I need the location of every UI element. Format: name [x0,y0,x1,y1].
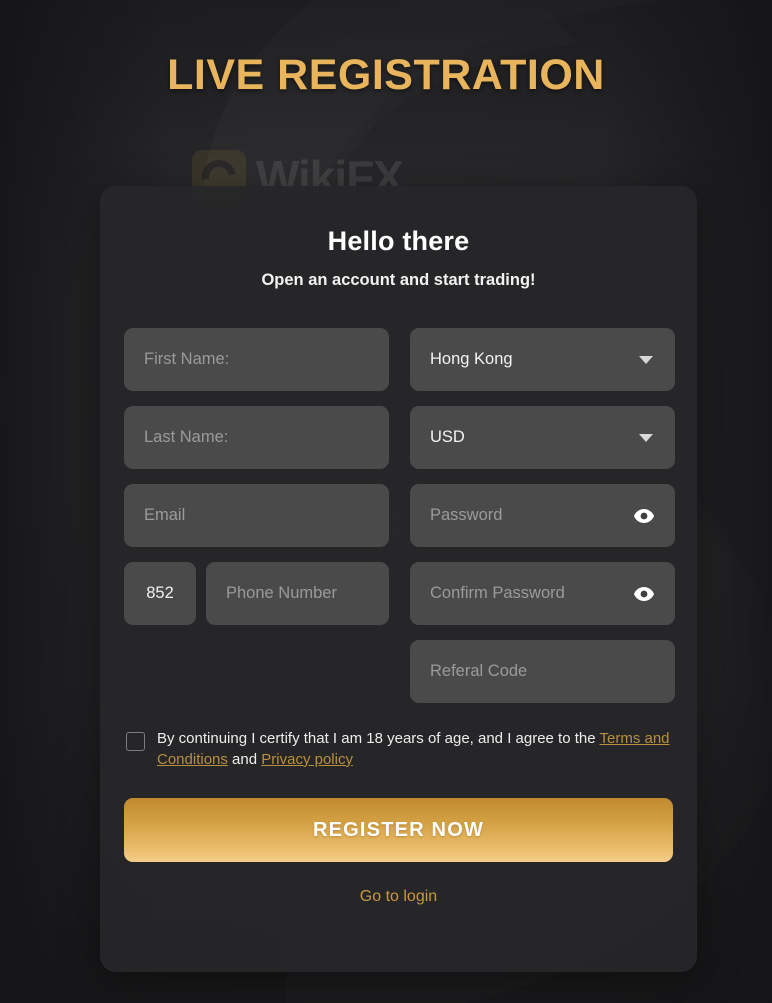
first-name-input[interactable]: First Name: [124,328,389,391]
password-placeholder: Password [430,506,503,524]
privacy-policy-link[interactable]: Privacy policy [261,751,353,768]
card-subheading: Open an account and start trading! [261,271,536,289]
country-select[interactable]: Hong Kong [410,328,675,391]
registration-form: First Name: Hong Kong Last Name: USD Ema… [124,328,675,703]
last-name-placeholder: Last Name: [144,428,229,446]
eye-icon[interactable] [633,508,655,524]
registration-card: Hello there Open an account and start tr… [100,186,697,972]
phone-number-placeholder: Phone Number [226,584,337,602]
confirm-password-input[interactable]: Confirm Password [410,562,675,625]
terms-text-before: By continuing I certify that I am 18 yea… [157,730,600,747]
country-select-value: Hong Kong [430,350,513,368]
email-placeholder: Email [144,506,186,524]
email-input[interactable]: Email [124,484,389,547]
first-name-placeholder: First Name: [144,350,230,368]
currency-select-value: USD [430,428,465,446]
phone-country-code[interactable]: 852 [124,562,196,625]
card-heading: Hello there [327,226,470,256]
phone-country-code-value: 852 [146,584,174,602]
chevron-down-icon [639,433,653,442]
phone-number-input[interactable]: Phone Number [206,562,389,625]
terms-checkbox[interactable] [126,732,145,751]
phone-row: 852 Phone Number [124,562,389,625]
page-title: LIVE REGISTRATION [167,51,605,99]
password-input[interactable]: Password [410,484,675,547]
go-to-login-link[interactable]: Go to login [124,888,673,906]
last-name-input[interactable]: Last Name: [124,406,389,469]
referral-code-placeholder: Referal Code [430,662,528,680]
confirm-password-placeholder: Confirm Password [430,584,565,602]
terms-agreement-row: By continuing I certify that I am 18 yea… [124,729,673,770]
currency-select[interactable]: USD [410,406,675,469]
registration-page: LIVE REGISTRATION Hello there Open an ac… [0,0,772,1003]
eye-icon[interactable] [633,586,655,602]
referral-code-input[interactable]: Referal Code [410,640,675,703]
terms-text-middle: and [227,750,262,768]
register-now-button[interactable]: REGISTER NOW [124,798,673,863]
chevron-down-icon [639,355,653,364]
form-spacer [124,640,389,703]
terms-text: By continuing I certify that I am 18 yea… [157,729,673,770]
